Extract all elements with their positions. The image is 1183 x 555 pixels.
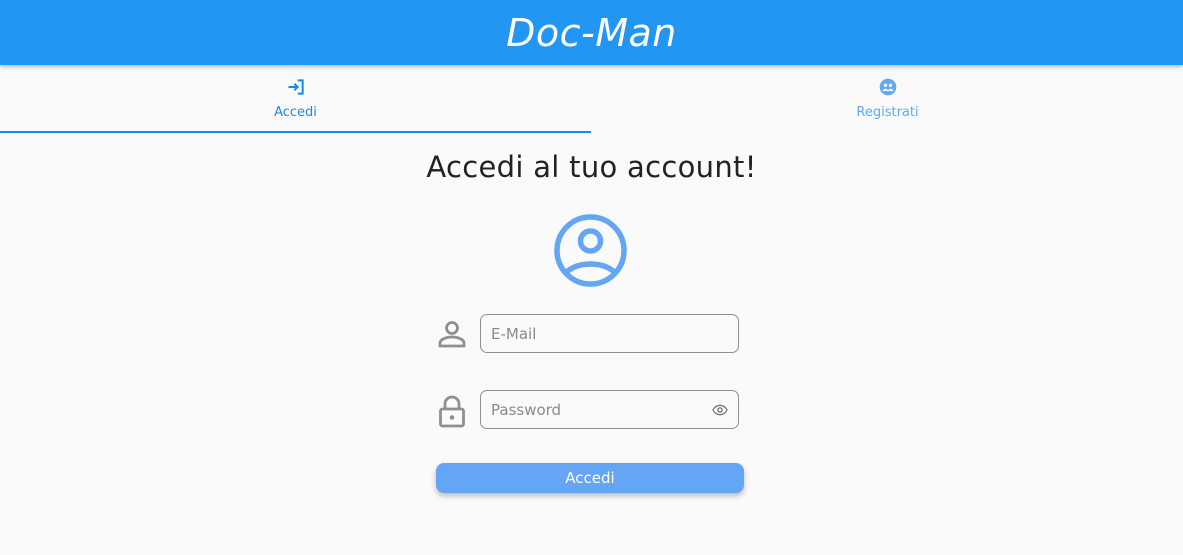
app-title: Doc-Man: [506, 10, 677, 55]
password-row: [436, 390, 744, 430]
page-title: Accedi al tuo account!: [426, 150, 757, 184]
person-icon: [436, 318, 468, 350]
tab-register[interactable]: Registrati: [592, 65, 1183, 133]
group-add-icon: [877, 76, 899, 98]
login-button[interactable]: Accedi: [436, 463, 744, 493]
app-bar: Doc-Man: [0, 0, 1183, 65]
account-circle-icon: [553, 213, 628, 288]
email-row: [436, 314, 744, 354]
eye-icon[interactable]: [712, 402, 728, 418]
tab-register-label: Registrati: [856, 105, 919, 120]
login-icon: [285, 76, 307, 98]
lock-icon: [436, 394, 468, 428]
tab-login[interactable]: Accedi: [0, 65, 591, 133]
email-input[interactable]: [491, 315, 711, 352]
tab-login-label: Accedi: [274, 105, 317, 120]
tab-indicator: [0, 131, 591, 133]
tab-bar: Accedi Registrati: [0, 65, 1183, 133]
password-input[interactable]: [491, 391, 711, 428]
password-field[interactable]: [480, 390, 739, 429]
email-field[interactable]: [480, 314, 739, 353]
